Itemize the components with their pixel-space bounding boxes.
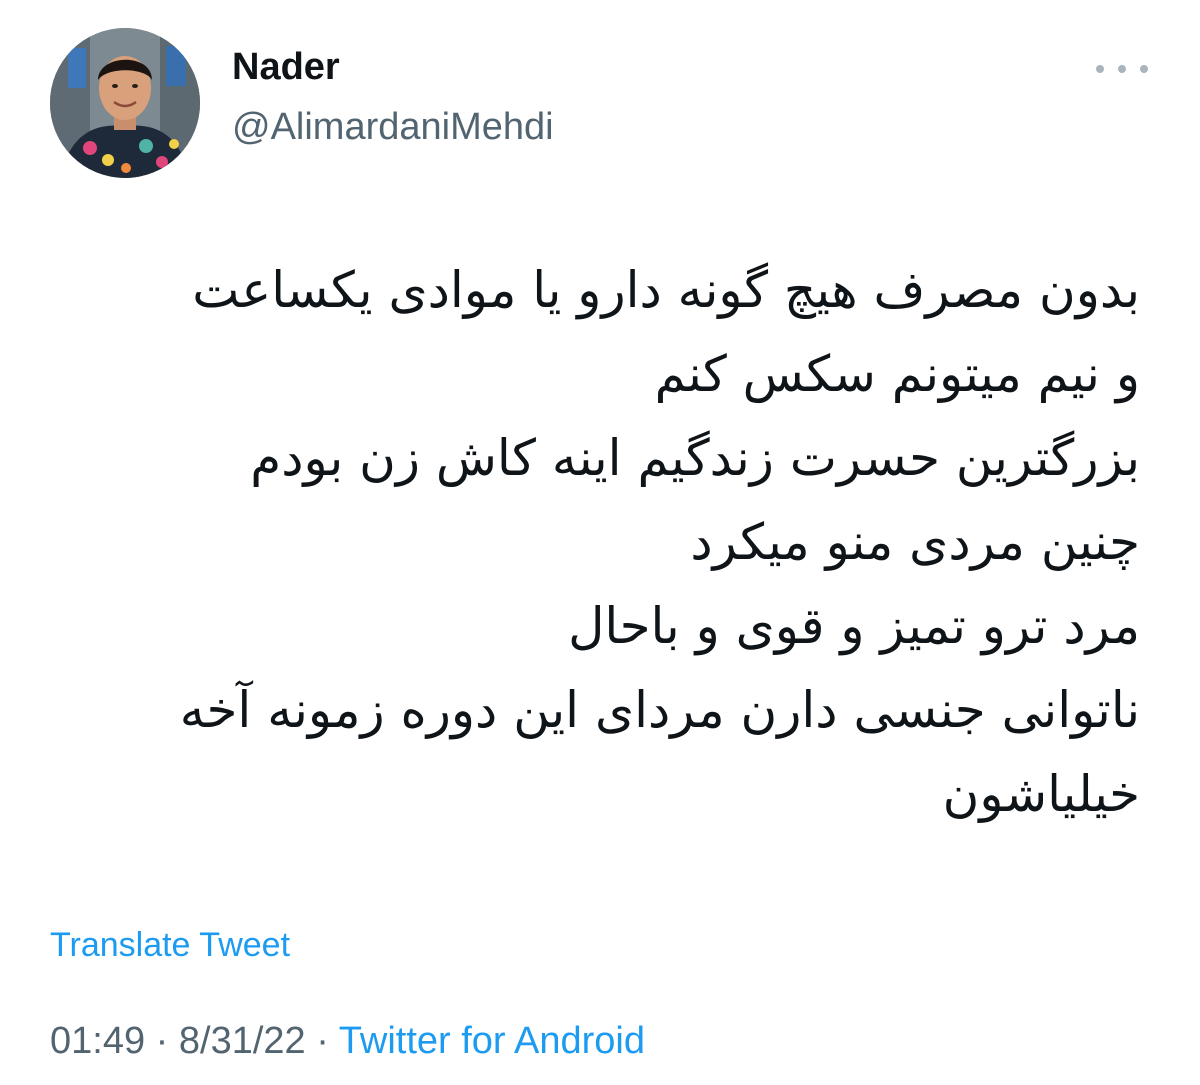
meta-separator: · — [316, 1020, 329, 1062]
meta-separator: · — [155, 1020, 169, 1062]
tweet-text-line: و نیم میتونم سکس کنم — [654, 345, 1140, 403]
more-horizontal-icon — [1096, 65, 1104, 73]
author-handle[interactable]: @AlimardaniMehdi — [232, 108, 554, 146]
more-horizontal-icon — [1118, 65, 1126, 73]
tweet-text: بدون مصرف هیچ گونه دارو یا موادی یکساعت … — [50, 248, 1140, 836]
avatar[interactable] — [50, 28, 200, 178]
tweet-text-line: خیلیاشون — [942, 765, 1140, 823]
avatar-photo — [50, 28, 200, 178]
tweet-text-line: چنین مردی منو میکرد — [690, 513, 1140, 571]
tweet-time[interactable]: 01:49 — [50, 1020, 145, 1062]
more-horizontal-icon — [1140, 65, 1148, 73]
translate-tweet-link[interactable]: Translate Tweet — [50, 928, 290, 962]
tweet-source-link[interactable]: Twitter for Android — [339, 1020, 645, 1062]
tweet-text-line: بدون مصرف هیچ گونه دارو یا موادی یکساعت — [192, 261, 1140, 319]
tweet-date[interactable]: 8/31/22 — [179, 1020, 306, 1062]
tweet-card: Nader @AlimardaniMehdi بدون مصرف هیچ گون… — [0, 0, 1200, 1085]
tweet-text-line: مرد ترو تمیز و قوی و باحال — [568, 597, 1140, 655]
tweet-text-line: ناتوانی جنسی دارن مردای این دوره زمونه آ… — [179, 681, 1140, 739]
more-options-button[interactable] — [1096, 56, 1148, 82]
tweet-text-line: بزرگترین حسرت زندگیم اینه کاش زن بودم — [250, 429, 1140, 487]
tweet-metadata: 01:49 · 8/31/22 · Twitter for Android — [50, 1022, 645, 1060]
author-display-name[interactable]: Nader — [232, 48, 340, 86]
